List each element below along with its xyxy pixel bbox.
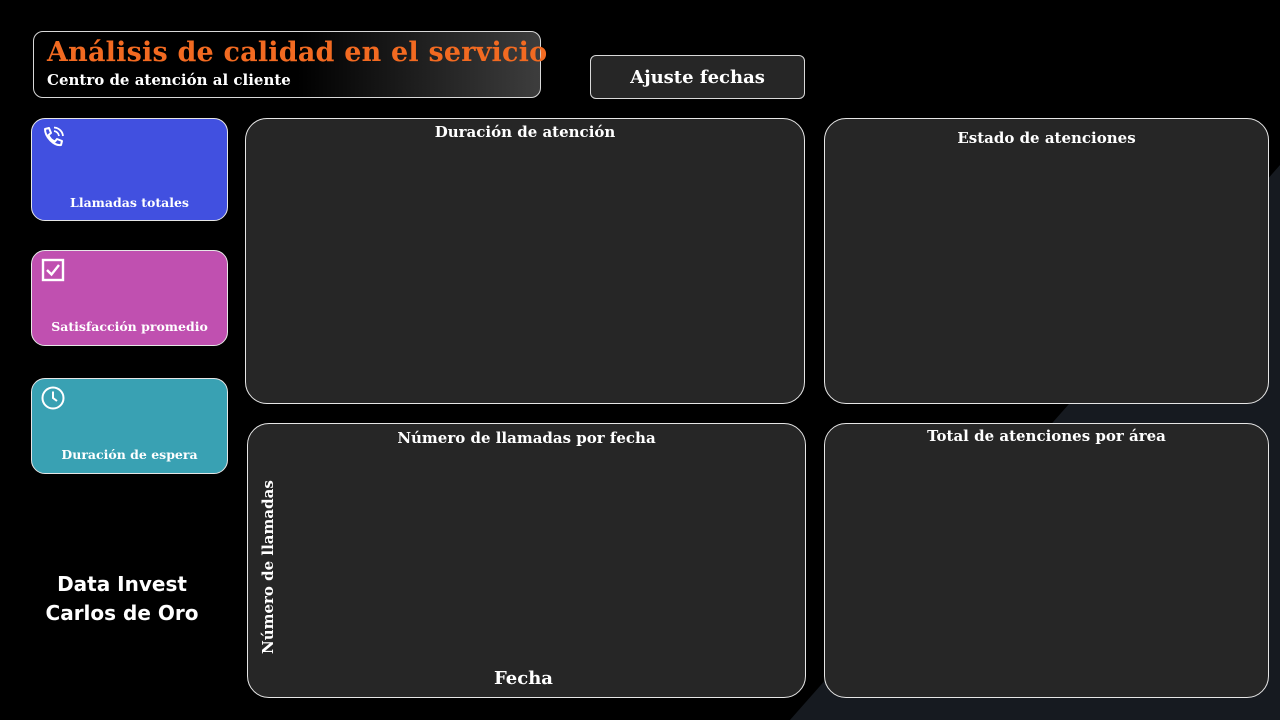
y-axis-label: Número de llamadas [259,480,277,654]
panel-attention-duration[interactable]: Duración de atención [245,118,805,404]
date-adjust-button[interactable]: Ajuste fechas [590,55,805,99]
kpi-label-satisfaction: Satisfacción promedio [51,319,208,334]
kpi-label-total-calls: Llamadas totales [70,195,189,210]
clock-icon [41,386,65,410]
panel-calls-by-date[interactable]: Número de llamadas por fecha Número de l… [247,423,806,698]
header-banner: Análisis de calidad en el servicio Centr… [33,31,547,98]
panel-attentions-by-area[interactable]: Total de atenciones por área [824,423,1269,698]
panel-attention-status[interactable]: Estado de atenciones [824,118,1269,404]
phone-icon [44,126,64,147]
kpi-label-wait-duration: Duración de espera [61,447,198,462]
kpi-card-satisfaction[interactable]: Satisfacción promedio [31,250,228,346]
credits-company: Data Invest [57,572,187,596]
panel-title-attentions-by-area: Total de atenciones por área [927,427,1166,445]
credits-author: Carlos de Oro [45,601,199,625]
panel-title-calls-by-date: Número de llamadas por fecha [397,429,656,447]
page-title: Análisis de calidad en el servicio [47,37,548,68]
kpi-card-total-calls[interactable]: Llamadas totales [31,118,228,221]
page-subtitle: Centro de atención al cliente [47,71,291,89]
checkbox-icon [41,258,65,282]
author-credits: Data Invest Carlos de Oro [31,570,213,628]
panel-title-attention-status: Estado de atenciones [957,129,1136,147]
kpi-card-wait-duration[interactable]: Duración de espera [31,378,228,474]
x-axis-label: Fecha [494,668,553,689]
panel-title-attention-duration: Duración de atención [434,123,616,141]
